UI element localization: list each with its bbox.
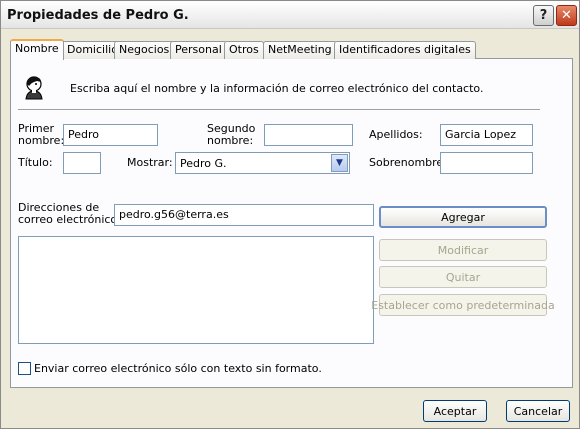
properties-dialog: Propiedades de Pedro G. ? ✕ Nombre Domic…	[0, 0, 580, 429]
chevron-down-icon[interactable]: ▼	[331, 154, 348, 172]
window-title: Propiedades de Pedro G.	[7, 8, 189, 23]
segundo-nombre-input[interactable]	[264, 124, 353, 146]
tab-negocios[interactable]: Negocios	[114, 41, 175, 59]
mostrar-selected-value: Pedro G.	[180, 157, 227, 170]
sobrenombre-label: Sobrenombre:	[369, 156, 447, 169]
sobrenombre-input[interactable]	[440, 152, 533, 174]
help-icon: ?	[539, 8, 548, 23]
close-icon: ✕	[561, 8, 572, 23]
tab-personal[interactable]: Personal	[170, 41, 227, 59]
tab-nombre[interactable]: Nombre	[10, 39, 64, 60]
contact-card-icon	[25, 76, 43, 100]
tab-otros[interactable]: Otros	[224, 41, 264, 59]
modify-email-button[interactable]: Modificar	[379, 239, 547, 261]
apellidos-input[interactable]: Garcia Lopez	[440, 124, 533, 146]
email-input[interactable]: pedro.g56@terra.es	[114, 204, 374, 226]
cancel-button[interactable]: Cancelar	[506, 400, 570, 422]
titulo-input[interactable]	[63, 152, 101, 174]
primer-nombre-input[interactable]: Pedro	[63, 124, 158, 146]
tab-netmeeting[interactable]: NetMeeting	[263, 41, 337, 59]
intro-text: Escriba aquí el nombre y la información …	[70, 82, 484, 95]
tab-identificadores-digitales[interactable]: Identificadores digitales	[334, 41, 476, 59]
primer-nombre-label-line2: nombre:	[18, 134, 65, 147]
ok-button[interactable]: Aceptar	[423, 400, 487, 422]
apellidos-label: Apellidos:	[369, 128, 423, 141]
mostrar-select[interactable]: Pedro G. ▼	[175, 152, 350, 174]
mostrar-label: Mostrar:	[127, 156, 173, 169]
segundo-nombre-label-line2: nombre:	[207, 134, 254, 147]
titulo-label: Título:	[18, 156, 53, 169]
close-button[interactable]: ✕	[556, 5, 577, 26]
email-list[interactable]	[18, 236, 374, 344]
divider	[18, 109, 540, 110]
help-button[interactable]: ?	[533, 5, 554, 26]
title-bar[interactable]: Propiedades de Pedro G. ? ✕	[1, 1, 579, 29]
add-email-button[interactable]: Agregar	[379, 206, 547, 228]
plain-text-checkbox-label[interactable]: Enviar correo electrónico sólo con texto…	[34, 363, 322, 375]
set-default-email-button[interactable]: Establecer como predeterminada	[371, 294, 555, 316]
email-label-line2: correo electrónico:	[18, 213, 121, 226]
plain-text-checkbox[interactable]	[18, 362, 31, 375]
remove-email-button[interactable]: Quitar	[379, 266, 547, 288]
